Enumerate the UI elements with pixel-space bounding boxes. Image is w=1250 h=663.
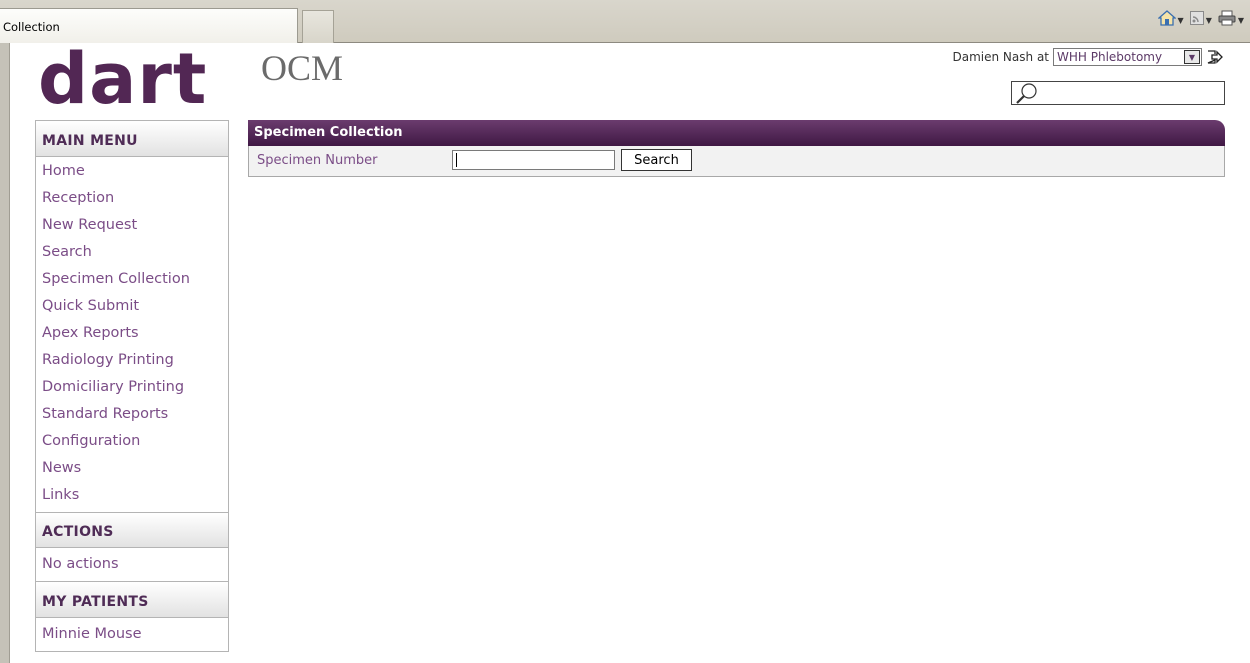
sidebar-item-news[interactable]: News: [36, 455, 228, 482]
sidebar-item-links[interactable]: Links: [36, 482, 228, 509]
sidebar-item-radiology-printing[interactable]: Radiology Printing: [36, 347, 228, 374]
logo-brand: dart: [38, 38, 208, 120]
main-menu-header: MAIN MENU: [36, 121, 228, 157]
site-select-value: WHH Phlebotomy: [1057, 50, 1163, 64]
chevron-down-icon: ▼: [1177, 15, 1184, 25]
my-patients-list: Minnie Mouse: [36, 618, 228, 651]
new-tab-button[interactable]: [302, 10, 334, 43]
actions-header: ACTIONS: [36, 513, 228, 548]
print-button[interactable]: ▼: [1218, 10, 1244, 30]
sidebar-item-configuration[interactable]: Configuration: [36, 428, 228, 455]
sidebar-item-reception[interactable]: Reception: [36, 185, 228, 212]
print-icon: [1218, 10, 1236, 30]
sidebar-item-domiciliary-printing[interactable]: Domiciliary Printing: [36, 374, 228, 401]
window-frame-left: [0, 43, 10, 663]
logo-product: OCM: [261, 48, 344, 88]
site-select[interactable]: WHH Phlebotomy ▼: [1053, 48, 1202, 66]
main-menu-section: MAIN MENU Home Reception New Request Sea…: [35, 120, 229, 513]
search-button[interactable]: Search: [621, 149, 692, 171]
sidebar-item-patient[interactable]: Minnie Mouse: [36, 620, 228, 647]
sidebar-item-new-request[interactable]: New Request: [36, 212, 228, 239]
specimen-number-label: Specimen Number: [257, 153, 378, 168]
browser-tab-title: n Collection: [0, 20, 60, 34]
user-name: Damien Nash at: [952, 50, 1049, 64]
sidebar: MAIN MENU Home Reception New Request Sea…: [35, 120, 229, 652]
home-icon: [1156, 10, 1177, 30]
command-bar: ▼ ▼ ▼: [1156, 10, 1244, 30]
sidebar-item-standard-reports[interactable]: Standard Reports: [36, 401, 228, 428]
main-menu-list: Home Reception New Request Search Specim…: [36, 157, 228, 512]
app-logo[interactable]: dart OCM: [38, 44, 343, 114]
sidebar-item-specimen-collection[interactable]: Specimen Collection: [36, 266, 228, 293]
text-caret: [456, 153, 457, 167]
sidebar-item-home[interactable]: Home: [36, 158, 228, 185]
specimen-collection-panel: Specimen Collection Specimen Number Sear…: [248, 120, 1225, 177]
sidebar-item-quick-submit[interactable]: Quick Submit: [36, 293, 228, 320]
sidebar-item-search[interactable]: Search: [36, 239, 228, 266]
actions-list: No actions: [36, 548, 228, 581]
user-area: Damien Nash at WHH Phlebotomy ▼: [953, 48, 1224, 66]
sidebar-item-apex-reports[interactable]: Apex Reports: [36, 320, 228, 347]
my-patients-header: MY PATIENTS: [36, 582, 228, 618]
my-patients-section: MY PATIENTS Minnie Mouse: [35, 582, 229, 652]
feeds-button[interactable]: ▼: [1189, 11, 1212, 29]
sidebar-item-no-actions: No actions: [42, 556, 119, 572]
browser-tab-bar: n Collection ▼ ▼: [0, 0, 1250, 43]
feeds-icon: [1189, 11, 1204, 29]
specimen-number-input[interactable]: [452, 150, 615, 170]
panel-body: Specimen Number Search: [248, 146, 1225, 177]
search-icon: [1014, 82, 1040, 108]
panel-title: Specimen Collection: [248, 120, 1225, 146]
chevron-down-icon: ▼: [1184, 50, 1200, 64]
global-search-input[interactable]: [1011, 81, 1225, 105]
chevron-down-icon: ▼: [1205, 15, 1212, 25]
home-button[interactable]: ▼: [1156, 10, 1184, 30]
chevron-down-icon: ▼: [1237, 15, 1244, 25]
actions-section: ACTIONS No actions: [35, 513, 229, 582]
logout-icon[interactable]: [1206, 48, 1224, 66]
